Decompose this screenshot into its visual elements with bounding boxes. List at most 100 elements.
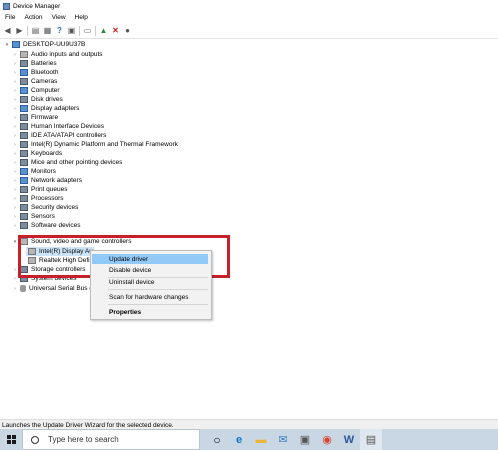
menu-properties[interactable]: Properties [92, 307, 208, 317]
expand-arrow-icon[interactable]: › [12, 88, 18, 94]
tree-item[interactable]: › Human Interface Devices [12, 122, 104, 131]
expand-arrow-icon[interactable]: › [12, 178, 18, 184]
software-device-icon [20, 222, 28, 229]
tree-item-label: Network adapters [31, 177, 82, 184]
expand-arrow-icon[interactable]: › [12, 214, 18, 220]
show-hide-console-tree-icon[interactable]: ▤ [31, 26, 40, 35]
file-explorer-icon[interactable]: ▬ [250, 429, 272, 450]
tree-item[interactable]: › Processors [12, 194, 64, 203]
menu-update-driver[interactable]: Update driver [92, 254, 208, 264]
hid-icon [20, 123, 28, 130]
tree-item-label: Firmware [31, 114, 59, 121]
tree-item[interactable]: › Audio inputs and outputs [12, 50, 103, 59]
tree-item[interactable]: › Software devices [12, 221, 81, 230]
chrome-icon[interactable]: ◉ [316, 429, 338, 450]
expand-arrow-icon[interactable]: › [12, 169, 18, 175]
expand-arrow-icon[interactable]: › [12, 142, 18, 148]
expand-arrow-icon[interactable]: › [12, 160, 18, 166]
expand-arrow-icon[interactable]: › [12, 106, 18, 112]
tree-item-label: Processors [31, 195, 64, 202]
expand-icon[interactable]: ▣ [67, 26, 76, 35]
tree-item[interactable]: › Cameras [12, 77, 57, 86]
mail-icon[interactable]: ✉ [272, 429, 294, 450]
menu-help[interactable]: Help [75, 14, 88, 21]
search-placeholder: Type here to search [48, 435, 119, 444]
menu-file[interactable]: File [5, 14, 15, 21]
expand-arrow-icon[interactable]: › [12, 97, 18, 103]
keyboard-icon [20, 150, 28, 157]
expand-arrow-icon[interactable]: › [12, 61, 18, 67]
ide-controller-icon [20, 132, 28, 139]
menu-separator [108, 289, 208, 290]
tree-item[interactable]: › Sensors [12, 212, 55, 221]
tree-item-label: IDE ATA/ATAPI controllers [31, 132, 107, 139]
tree-root[interactable]: ▾ DESKTOP-UU9U37B [4, 40, 85, 49]
task-view-icon[interactable]: ○ [206, 429, 228, 450]
toolbar-separator [79, 25, 80, 36]
tree-item[interactable]: › Computer [12, 86, 60, 95]
taskbar-search[interactable]: Type here to search [22, 429, 200, 450]
expand-arrow-icon[interactable]: › [12, 52, 18, 58]
tree-item[interactable]: › Network adapters [12, 176, 82, 185]
toolbar-separator [27, 25, 28, 36]
disable-icon[interactable]: ● [123, 26, 132, 35]
tree-item[interactable]: › Bluetooth [12, 68, 58, 77]
tree-item-label: Display adapters [31, 105, 80, 112]
tree-item[interactable]: › Security devices [12, 203, 78, 212]
tree-item[interactable]: › Mice and other pointing devices [12, 158, 122, 167]
expand-arrow-icon[interactable]: › [12, 124, 18, 130]
printer-icon [20, 186, 28, 193]
tree-item[interactable]: › Monitors [12, 167, 56, 176]
expand-arrow-icon[interactable]: › [12, 187, 18, 193]
expand-arrow-icon[interactable]: › [12, 223, 18, 229]
word-icon[interactable]: W [338, 429, 360, 450]
edge-icon[interactable]: e [228, 429, 250, 450]
start-button[interactable] [0, 429, 22, 450]
toolbar-separator [95, 25, 96, 36]
uninstall-icon[interactable]: ✕ [111, 26, 120, 35]
menu-scan-hardware[interactable]: Scan for hardware changes [92, 292, 208, 302]
tree-item[interactable]: › Keyboards [12, 149, 62, 158]
tree-item[interactable]: › Batteries [12, 59, 57, 68]
tree-item-label: Disk drives [31, 96, 63, 103]
expand-arrow-icon[interactable]: › [12, 196, 18, 202]
help-icon[interactable]: ? [55, 26, 64, 35]
status-text: Launches the Update Driver Wizard for th… [2, 421, 174, 429]
tree-item[interactable]: › Print queues [12, 185, 68, 194]
expand-arrow-icon[interactable]: › [12, 133, 18, 139]
expand-arrow-icon[interactable]: › [12, 79, 18, 85]
menu-view[interactable]: View [52, 14, 66, 21]
scan-hardware-icon[interactable]: ▭ [83, 26, 92, 35]
back-arrow-icon[interactable]: ◀ [3, 26, 12, 35]
menu-disable-device[interactable]: Disable device [92, 265, 208, 275]
tree-item-label: Batteries [31, 60, 57, 67]
expand-arrow-icon[interactable]: › [12, 286, 18, 292]
expand-arrow-icon[interactable]: › [12, 70, 18, 76]
tree-item-label: Security devices [31, 204, 79, 211]
expand-arrow-icon[interactable]: › [12, 151, 18, 157]
menu-action[interactable]: Action [24, 14, 42, 21]
tree-item[interactable]: › Intel(R) Dynamic Platform and Thermal F… [12, 140, 178, 149]
title-bar: Device Manager [0, 0, 498, 12]
security-device-icon [20, 204, 28, 211]
device-manager-icon[interactable]: ▤ [360, 429, 382, 450]
update-driver-icon[interactable]: ▲ [99, 26, 108, 35]
store-icon[interactable]: ▣ [294, 429, 316, 450]
audio-icon [20, 51, 28, 58]
tree-item[interactable]: › Display adapters [12, 104, 79, 113]
taskbar: Type here to search ○ e ▬ ✉ ▣ ◉ W ▤ [0, 429, 498, 450]
tree-item-label: Cameras [31, 78, 58, 85]
toolbar: ◀ ▶ ▤ ▦ ? ▣ ▭ ▲ ✕ ● [0, 23, 498, 39]
collapse-icon[interactable]: ▾ [4, 42, 10, 48]
tree-item[interactable]: › Universal Serial Bus co [12, 284, 96, 293]
expand-arrow-icon[interactable]: › [12, 205, 18, 211]
tree-item[interactable]: › Disk drives [12, 95, 63, 104]
forward-arrow-icon[interactable]: ▶ [15, 26, 24, 35]
tree-item-label: Monitors [31, 168, 56, 175]
tree-item[interactable]: › Firmware [12, 113, 58, 122]
properties-icon[interactable]: ▦ [43, 26, 52, 35]
tree-item[interactable]: › IDE ATA/ATAPI controllers [12, 131, 106, 140]
menu-uninstall-device[interactable]: Uninstall device [92, 277, 208, 287]
firmware-icon [20, 114, 28, 121]
expand-arrow-icon[interactable]: › [12, 115, 18, 121]
